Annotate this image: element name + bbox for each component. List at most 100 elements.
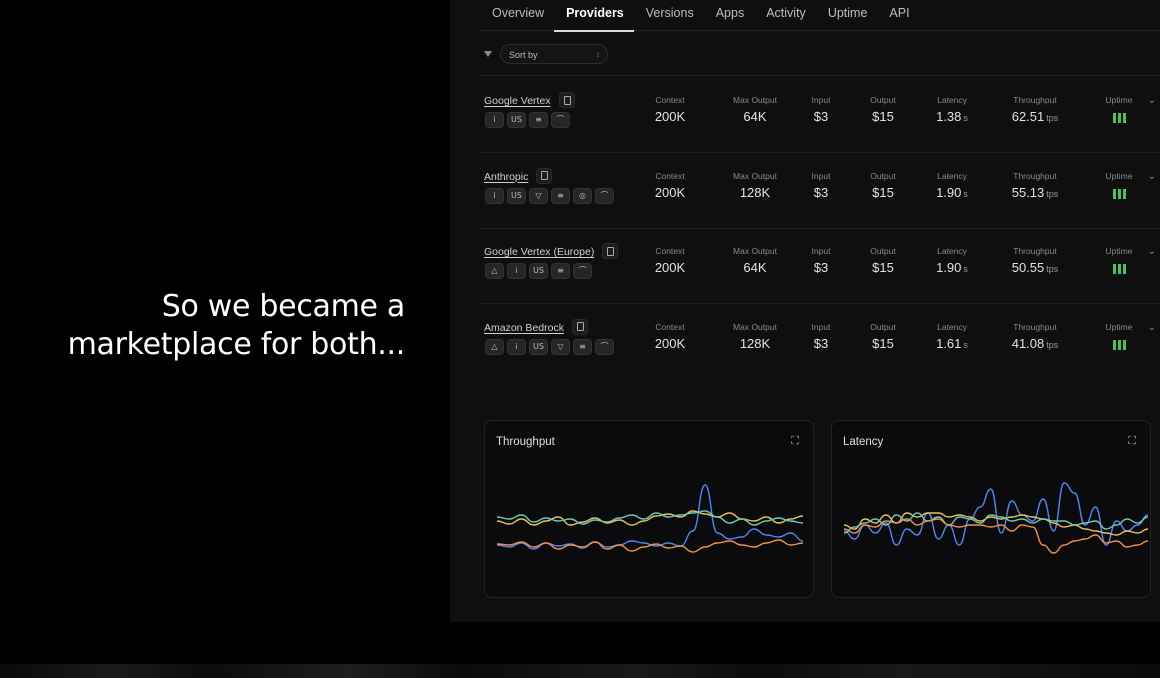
filter-icon[interactable]	[484, 51, 492, 57]
metric-number: 200K	[654, 260, 686, 275]
metric-number: $3	[813, 184, 829, 200]
tab-providers[interactable]: Providers	[554, 0, 634, 32]
copy-icon[interactable]	[572, 318, 588, 335]
uptime-bar	[1117, 339, 1121, 350]
chevron-down-icon[interactable]: ⌄	[1148, 246, 1156, 257]
info-badge-icon[interactable]: i	[507, 263, 526, 279]
metric-throughput: Throughput 41.08 tps	[995, 322, 1075, 351]
metric-label: Output	[870, 95, 896, 105]
provider-badges: △ i US ≡ ⌒	[485, 263, 592, 279]
metric-unit: s	[963, 113, 968, 123]
metric-number: 200K	[654, 109, 686, 124]
provider-row[interactable]: Google Vertex (Europe) △ i US ≡ ⌒ Context 200K M…	[450, 243, 1160, 321]
metric-throughput: Throughput 55.13 tps	[995, 171, 1075, 200]
divider	[480, 75, 1160, 76]
doc-badge-icon[interactable]: ≡	[573, 338, 592, 355]
region-badge-icon[interactable]: US	[507, 112, 526, 128]
info-badge-icon[interactable]: i	[485, 187, 504, 204]
chevron-down-icon[interactable]: ⌄	[1148, 171, 1156, 182]
uptime-bar	[1112, 188, 1116, 199]
tab-activity[interactable]: Activity	[754, 0, 816, 30]
doc-badge-icon[interactable]: ≡	[551, 263, 570, 279]
provider-name-link[interactable]: Google Vertex	[484, 95, 551, 107]
provider-name-link[interactable]: Google Vertex (Europe)	[484, 246, 594, 258]
metric-label: Throughput	[1013, 95, 1057, 105]
metric-throughput: Throughput 50.55 tps	[995, 246, 1075, 275]
warning-badge-icon[interactable]: △	[485, 263, 504, 279]
copy-icon[interactable]	[536, 167, 552, 184]
metric-value: 200K	[630, 260, 710, 275]
uptime-bars[interactable]	[1079, 339, 1159, 350]
sort-select[interactable]: Sort by ↕	[500, 44, 608, 64]
info-badge-icon[interactable]: i	[485, 112, 504, 128]
metric-value: 41.08 tps	[995, 336, 1075, 351]
divider	[480, 152, 1160, 153]
metric-label: Latency	[937, 170, 967, 181]
throughput-plot	[496, 484, 804, 553]
copy-icon[interactable]	[602, 243, 618, 259]
tab-apps[interactable]: Apps	[704, 0, 755, 30]
metric-value: 200K	[630, 109, 710, 124]
metric-latency: Latency 1.38 s	[912, 95, 992, 124]
uptime-bar	[1122, 188, 1126, 199]
key-badge-icon[interactable]: ⌒	[573, 263, 592, 279]
series-line	[496, 539, 804, 553]
uptime-bar	[1112, 339, 1116, 350]
metric-number: 128K	[739, 184, 771, 200]
region-badge-icon[interactable]: US	[529, 263, 548, 279]
metric-label: Output	[870, 321, 896, 332]
uptime-bars[interactable]	[1079, 264, 1159, 274]
video-frame-strip	[0, 664, 1160, 678]
provider-row[interactable]: Amazon Bedrock △ i US ▽ ≡ ⌒ Context 200K Max Outp…	[450, 318, 1160, 397]
key-badge-icon[interactable]: ⌒	[551, 112, 570, 128]
metric-number: 64K	[743, 260, 767, 275]
metric-label: Output	[870, 170, 896, 181]
chevron-down-icon[interactable]: ⌄	[1148, 95, 1156, 106]
metric-value: $15	[843, 109, 923, 124]
metric-label: Throughput	[1013, 321, 1057, 332]
tab-overview[interactable]: Overview	[480, 0, 554, 30]
uptime-bars[interactable]	[1079, 188, 1159, 199]
doc-badge-icon[interactable]: ≡	[551, 187, 570, 204]
uptime-bar	[1117, 264, 1121, 274]
metric-number: 1.61	[936, 335, 962, 351]
provider-row[interactable]: Google Vertex i US ≡ ⌒ Context 200K Max Output 6…	[450, 92, 1160, 170]
key-badge-icon[interactable]: ⌒	[595, 187, 614, 204]
tab-api[interactable]: API	[877, 0, 919, 30]
uptime-bar	[1122, 339, 1126, 350]
divider	[480, 227, 1160, 229]
metric-number: $15	[872, 184, 894, 200]
divider	[480, 303, 1160, 304]
caption-line-1: So we became a	[161, 289, 406, 324]
provider-name-link[interactable]: Anthropic	[484, 171, 528, 183]
doc-badge-icon[interactable]: ≡	[529, 112, 548, 128]
uptime-bar	[1112, 113, 1116, 123]
tab-versions[interactable]: Versions	[634, 0, 704, 30]
provider-name-link[interactable]: Amazon Bedrock	[484, 322, 564, 334]
region-badge-icon[interactable]: US	[507, 187, 526, 204]
uptime-bars[interactable]	[1079, 113, 1159, 123]
uptime-bar	[1122, 113, 1126, 123]
metric-unit: tps	[1046, 264, 1059, 274]
series-line	[843, 482, 1149, 546]
series-line	[496, 484, 804, 550]
warning-badge-icon[interactable]: △	[485, 338, 504, 355]
tab-uptime[interactable]: Uptime	[816, 0, 878, 30]
metric-number: 1.90	[936, 260, 962, 275]
metric-unit: s	[963, 188, 968, 199]
throughput-chart: Throughput ⛶	[484, 420, 814, 598]
shield-badge-icon[interactable]: ▽	[529, 187, 548, 204]
region-badge-icon[interactable]: US	[529, 338, 548, 355]
provider-row[interactable]: Anthropic i US ▽ ≡ ◎ ⌒ Context 200K Max Output 128…	[450, 167, 1160, 246]
copy-icon[interactable]	[559, 92, 575, 108]
metric-value: $15	[843, 336, 923, 351]
info-badge-icon[interactable]: i	[507, 338, 526, 355]
metric-latency: Latency 1.90 s	[912, 246, 992, 275]
chevron-down-icon[interactable]: ⌄	[1148, 322, 1156, 333]
metric-unit: s	[963, 264, 968, 274]
metric-value: 50.55 tps	[995, 260, 1075, 275]
circle-badge-icon[interactable]: ◎	[573, 187, 592, 204]
metric-label: Throughput	[1013, 170, 1057, 181]
shield-badge-icon[interactable]: ▽	[551, 338, 570, 355]
key-badge-icon[interactable]: ⌒	[595, 338, 614, 355]
